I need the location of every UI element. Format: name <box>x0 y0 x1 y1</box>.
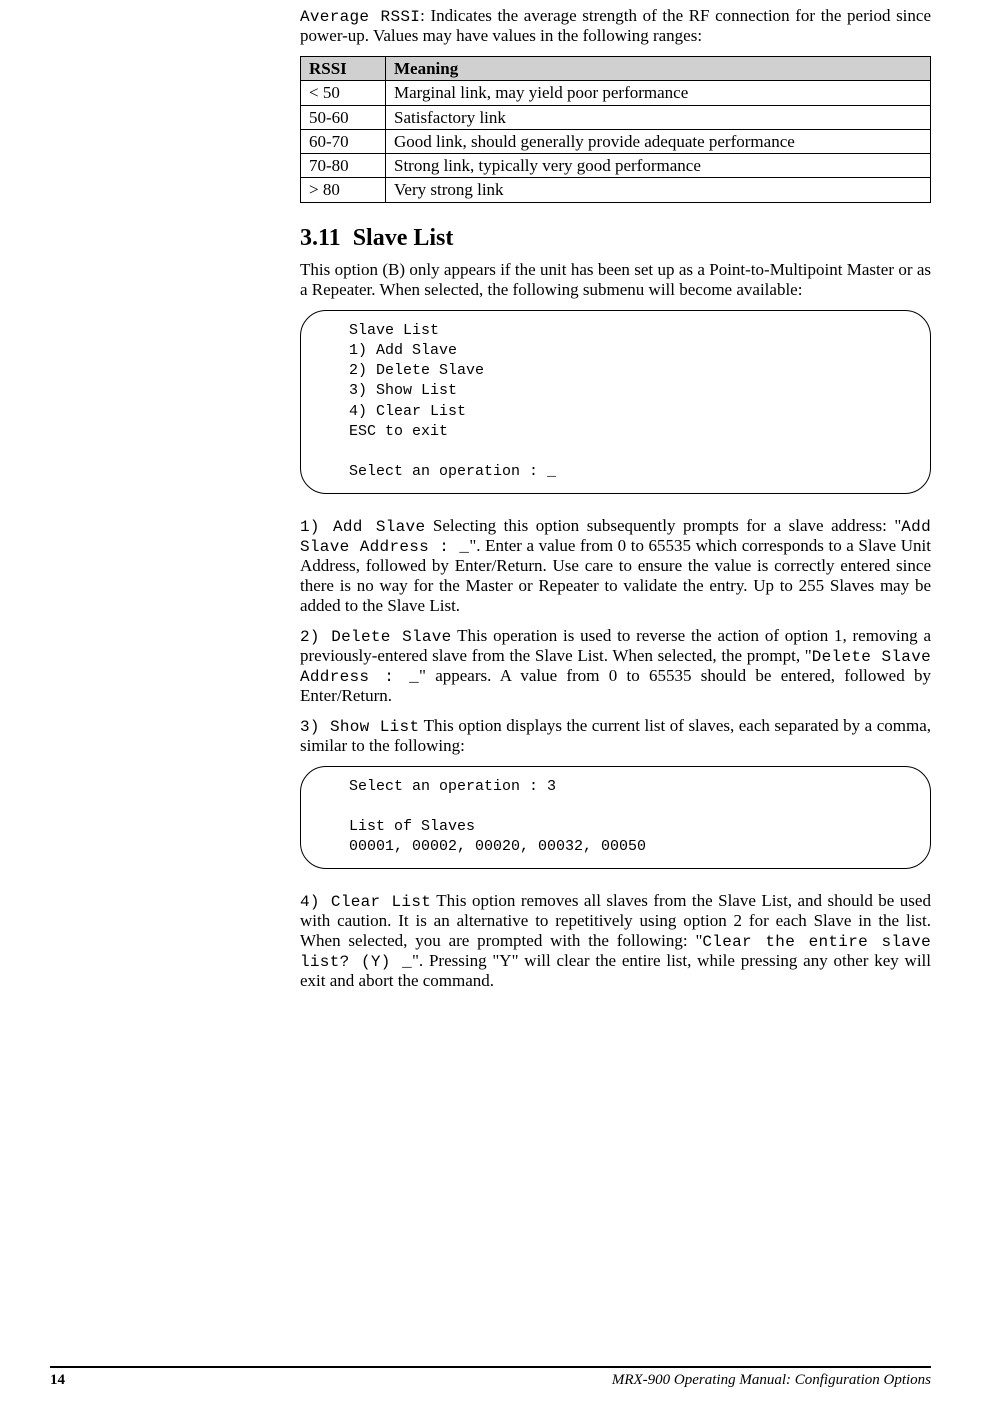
avg-rssi-label: Average RSSI <box>300 8 420 26</box>
table-row: < 50 Marginal link, may yield poor perfo… <box>301 81 931 105</box>
opt-show-list-paragraph: 3) Show List This option displays the cu… <box>300 716 931 756</box>
rssi-table: RSSI Meaning < 50 Marginal link, may yie… <box>300 56 931 203</box>
opt-add-slave-paragraph: 1) Add Slave Selecting this option subse… <box>300 516 931 616</box>
table-row: 50-60 Satisfactory link <box>301 105 931 129</box>
table-row: 70-80 Strong link, typically very good p… <box>301 154 931 178</box>
table-row: 60-70 Good link, should generally provid… <box>301 129 931 153</box>
avg-rssi-paragraph: Average RSSI: Indicates the average stre… <box>300 6 931 46</box>
show-list-output-codebox: Select an operation : 3 List of Slaves 0… <box>300 766 931 869</box>
page-footer: 14 MRX-900 Operating Manual: Configurati… <box>0 1366 981 1389</box>
opt1-label: 1) Add Slave <box>300 518 425 536</box>
slave-list-menu-codebox: Slave List 1) Add Slave 2) Delete Slave … <box>300 310 931 494</box>
section-intro: This option (B) only appears if the unit… <box>300 260 931 300</box>
rssi-header-0: RSSI <box>301 57 386 81</box>
footer-title: MRX-900 Operating Manual: Configuration … <box>612 1372 931 1389</box>
opt4-label: 4) Clear List <box>300 893 431 911</box>
opt3-label: 3) Show List <box>300 718 419 736</box>
opt2-label: 2) Delete Slave <box>300 628 452 646</box>
opt-delete-slave-paragraph: 2) Delete Slave This operation is used t… <box>300 626 931 706</box>
rssi-header-1: Meaning <box>386 57 931 81</box>
page-number: 14 <box>50 1372 65 1389</box>
table-row: > 80 Very strong link <box>301 178 931 202</box>
section-heading: 3.11 Slave List <box>300 225 931 252</box>
opt-clear-list-paragraph: 4) Clear List This option removes all sl… <box>300 891 931 991</box>
